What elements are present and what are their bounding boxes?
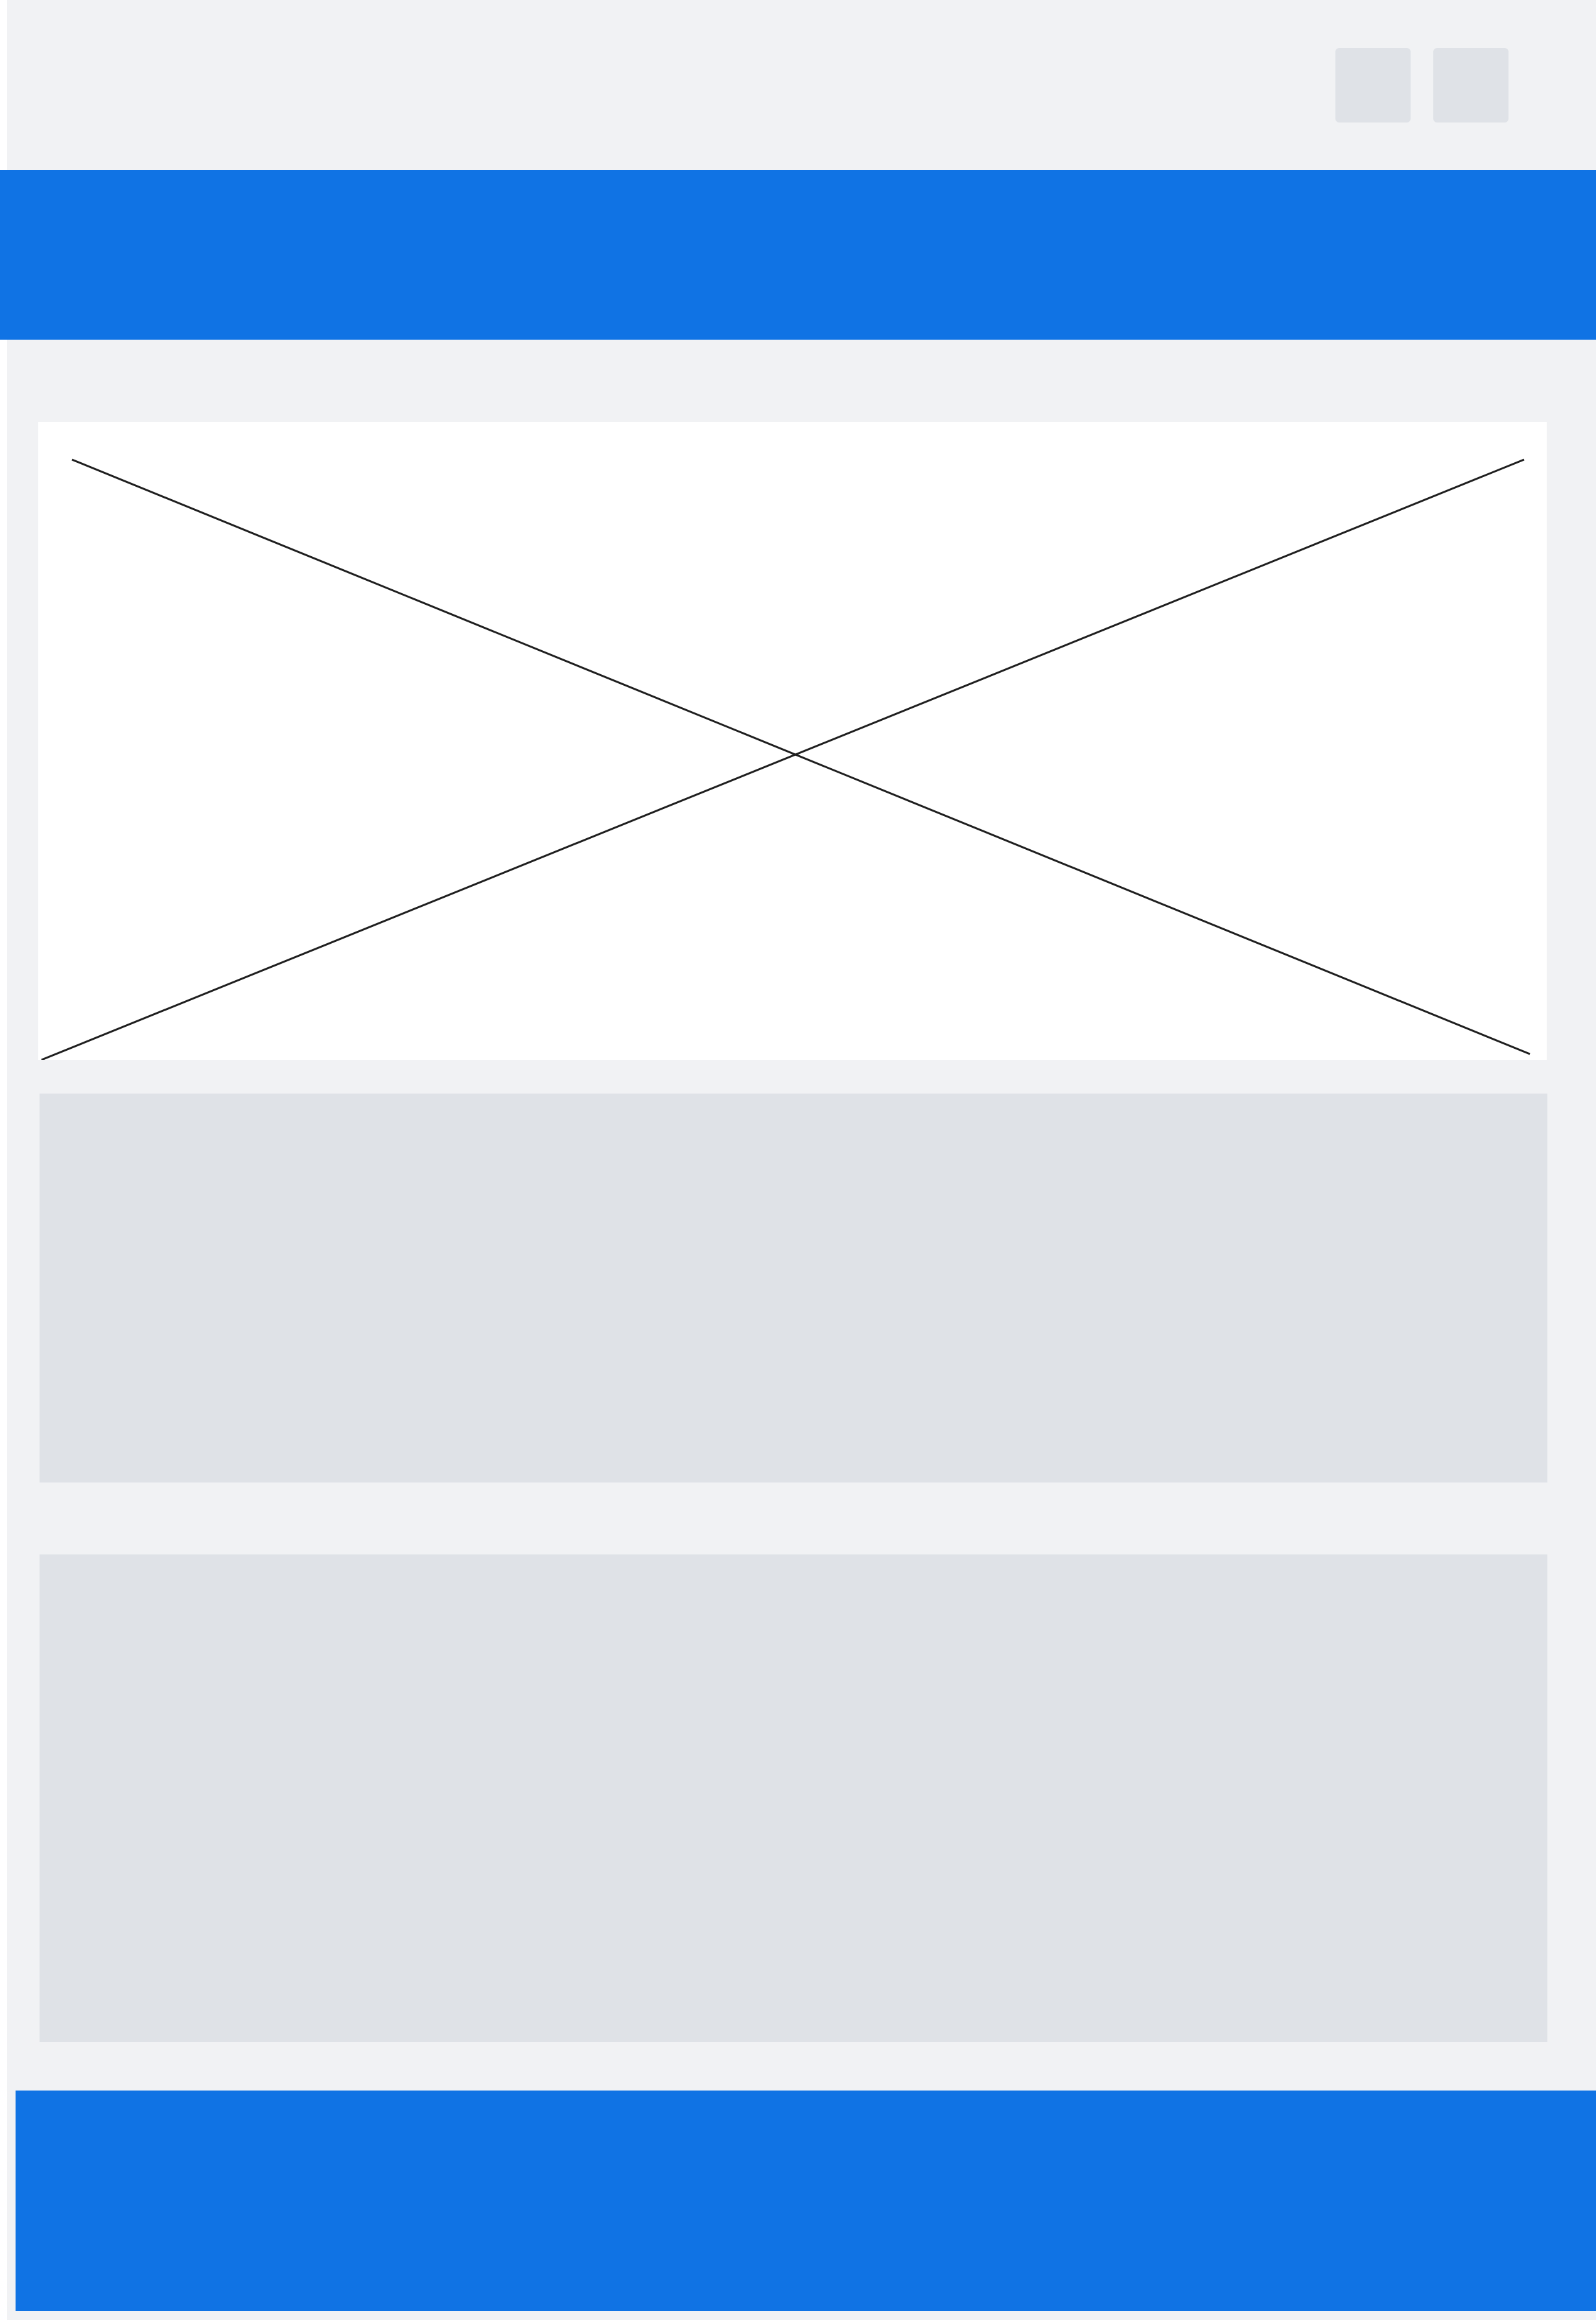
top-header xyxy=(7,0,1596,170)
footer-banner xyxy=(16,2091,1596,2311)
nav-banner xyxy=(0,170,1596,340)
content-block-1 xyxy=(40,1094,1547,1482)
image-placeholder-icon xyxy=(41,458,1531,1060)
header-button-2[interactable] xyxy=(1433,48,1508,123)
content-block-2 xyxy=(40,1554,1547,2042)
header-button-1[interactable] xyxy=(1335,48,1411,123)
hero-image-placeholder xyxy=(38,422,1547,1060)
